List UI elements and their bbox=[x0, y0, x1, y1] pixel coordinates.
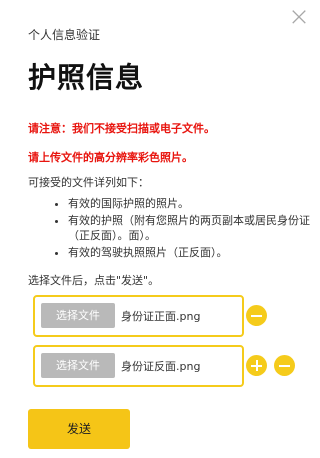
send-button[interactable]: 发送 bbox=[28, 409, 130, 449]
add-file-button[interactable] bbox=[246, 355, 267, 376]
warning-high-res: 请上传文件的高分辨率彩色照片。 bbox=[28, 151, 193, 164]
dialog-subtitle: 个人信息验证 bbox=[28, 28, 101, 42]
close-icon[interactable]: × bbox=[288, 2, 310, 32]
file-name: 身份证反面.png bbox=[121, 360, 201, 373]
warning-no-scans: 请注意：我们不接受扫描或电子文件。 bbox=[28, 122, 215, 135]
accepted-docs-intro: 可接受的文件详列如下： bbox=[28, 176, 149, 189]
remove-file-button[interactable] bbox=[274, 355, 295, 376]
close-button[interactable]: × bbox=[288, 4, 310, 30]
upload-row-back: 选择文件 身份证反面.png bbox=[33, 345, 244, 387]
list-item: 有效的护照（附有您照片的两页副本或居民身份证（正反面）。面）。 bbox=[68, 213, 320, 243]
list-item: 有效的驾驶执照照片（正反面）。 bbox=[68, 245, 320, 260]
choose-file-button[interactable]: 选择文件 bbox=[41, 303, 115, 328]
upload-row-front: 选择文件 身份证正面.png bbox=[33, 295, 244, 337]
after-select-instruction: 选择文件后，点击"发送"。 bbox=[28, 274, 160, 287]
choose-file-button[interactable]: 选择文件 bbox=[41, 353, 115, 378]
remove-file-button[interactable] bbox=[246, 305, 267, 326]
list-item: 有效的国际护照的照片。 bbox=[68, 196, 320, 211]
page-title: 护照信息 bbox=[28, 61, 145, 94]
file-name: 身份证正面.png bbox=[121, 310, 201, 323]
accepted-docs-list: 有效的国际护照的照片。 有效的护照（附有您照片的两页副本或居民身份证（正反面）。… bbox=[46, 196, 320, 262]
